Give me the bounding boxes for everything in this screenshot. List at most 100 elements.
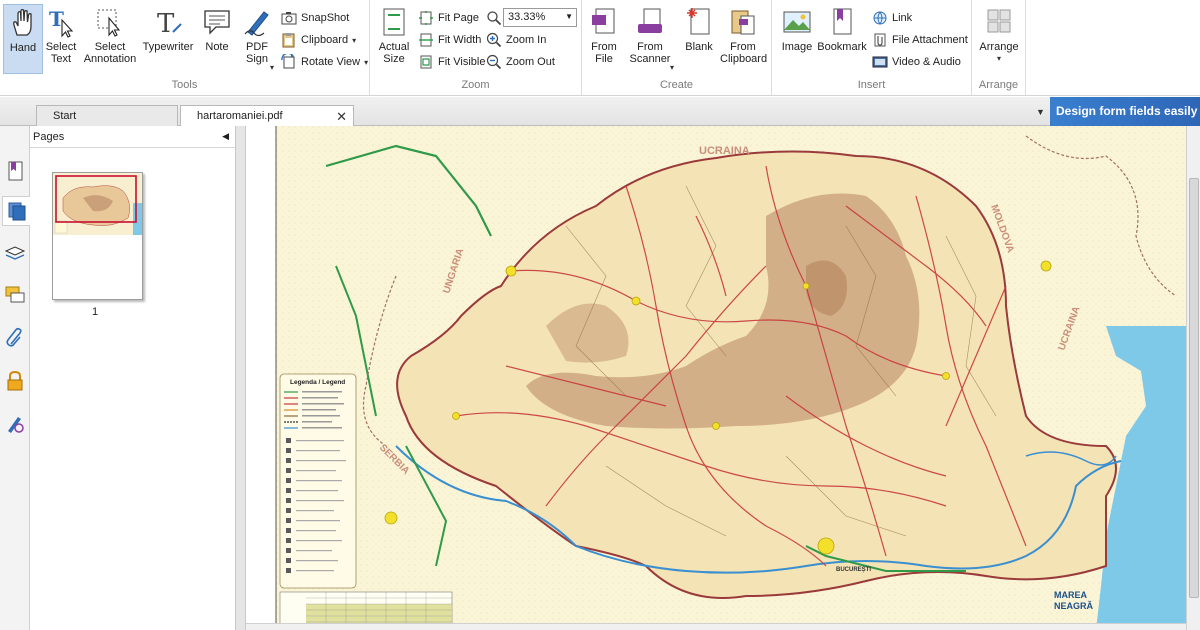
pdf-sign-dropdown-icon[interactable]: ▾ xyxy=(270,62,274,74)
typewriter-button[interactable]: T Typewriter xyxy=(142,4,194,74)
promo-banner[interactable]: Design form fields easily xyxy=(1050,97,1200,126)
clipboard-dropdown-icon[interactable]: ▾ xyxy=(352,36,356,45)
map-legend-title: Legenda / Legend xyxy=(290,379,345,386)
zoom-out-button[interactable]: Zoom Out xyxy=(486,53,555,71)
layers-icon xyxy=(4,246,26,260)
arrange-dropdown-icon[interactable]: ▾ xyxy=(997,53,1001,65)
snapshot-button[interactable]: SnapShot xyxy=(281,9,349,27)
image-icon xyxy=(783,11,811,33)
hand-label: Hand xyxy=(9,42,37,54)
zoom-in-icon xyxy=(486,32,502,48)
actual-size-label: Actual Size xyxy=(378,41,410,65)
file-attachment-button[interactable]: File Attachment xyxy=(872,31,968,49)
zoom-out-label: Zoom Out xyxy=(506,56,555,68)
rail-bookmarks[interactable] xyxy=(2,156,28,186)
arrange-button[interactable]: Arrange ▾ xyxy=(976,4,1022,74)
from-scanner-button[interactable]: From Scanner ▾ xyxy=(626,4,674,74)
select-text-button[interactable]: T Select Text xyxy=(44,4,78,74)
fit-width-button[interactable]: Fit Width xyxy=(418,31,481,49)
paperclip-icon xyxy=(874,33,886,47)
from-file-button[interactable]: From File xyxy=(588,4,620,74)
typewriter-icon: T xyxy=(157,9,182,38)
select-annotation-button[interactable]: Select Annotation xyxy=(82,4,138,74)
link-button[interactable]: Link xyxy=(872,9,912,27)
comments-icon xyxy=(5,286,25,303)
panel-splitter[interactable] xyxy=(236,126,246,630)
page-thumbnail[interactable] xyxy=(52,172,143,300)
fit-visible-label: Fit Visible xyxy=(438,56,486,68)
note-button[interactable]: Note xyxy=(200,4,234,74)
arrange-group: Arrange ▾ Arrange xyxy=(972,0,1026,96)
zoom-in-button[interactable]: Zoom In xyxy=(486,31,546,49)
link-icon xyxy=(873,11,887,25)
fit-visible-button[interactable]: Fit Visible xyxy=(418,53,485,71)
collapse-panel-icon[interactable]: ◀ xyxy=(222,131,229,142)
close-icon[interactable]: ✕ xyxy=(336,109,347,125)
image-button[interactable]: Image xyxy=(780,4,814,74)
rotate-view-dropdown-icon[interactable]: ▾ xyxy=(364,58,368,67)
rail-security[interactable] xyxy=(2,366,28,396)
map-page: UCRAINA MOLDOVA UNGARIA SERBIA UCRAINA M… xyxy=(246,126,1186,630)
lock-icon xyxy=(7,370,23,391)
from-file-icon xyxy=(592,8,615,34)
rotate-view-icon xyxy=(281,54,295,69)
tab-hartaromaniei[interactable]: hartaromaniei.pdf ✕ xyxy=(180,105,354,127)
create-group: From File From Scanner ▾ Blank From Clip… xyxy=(582,0,772,96)
zoom-magnifier-icon xyxy=(487,11,502,26)
rail-layers[interactable] xyxy=(2,238,28,268)
pdf-sign-button[interactable]: PDF Sign ▾ xyxy=(238,4,276,74)
clipboard-button[interactable]: Clipboard ▾ xyxy=(281,31,356,49)
rotate-view-button[interactable]: Rotate View ▾ xyxy=(281,53,368,71)
scanner-icon xyxy=(638,8,662,33)
tab-list-dropdown-icon[interactable]: ▼ xyxy=(1036,107,1045,117)
pdf-sign-label: PDF Sign xyxy=(245,41,269,65)
rail-pages[interactable] xyxy=(2,196,31,226)
link-label: Link xyxy=(892,12,913,24)
zoom-in-label: Zoom In xyxy=(506,34,547,46)
page-number-label: 1 xyxy=(92,306,99,318)
video-audio-button[interactable]: Video & Audio xyxy=(872,53,961,71)
ribbon: Hand T Select Text Select Annotation T T… xyxy=(0,0,1200,96)
arrange-label: Arrange xyxy=(979,41,1019,53)
zoom-group-label: Zoom xyxy=(461,79,490,91)
vertical-scrollbar-thumb[interactable] xyxy=(1189,178,1199,598)
from-clipboard-button[interactable]: From Clipboard xyxy=(720,4,767,74)
zoom-out-icon xyxy=(486,54,502,70)
bookmark-button[interactable]: Bookmark xyxy=(817,4,867,74)
arrange-group-label: Arrange xyxy=(978,79,1019,91)
actual-size-button[interactable]: Actual Size xyxy=(376,4,412,74)
horizontal-scrollbar[interactable] xyxy=(246,623,1186,630)
tab-start[interactable]: Start xyxy=(36,105,178,126)
rail-comments[interactable] xyxy=(2,280,28,310)
camera-icon xyxy=(281,12,297,25)
fit-page-label: Fit Page xyxy=(438,12,479,24)
hand-button[interactable]: Hand xyxy=(3,4,43,74)
video-audio-label: Video & Audio xyxy=(892,56,961,68)
actual-size-icon xyxy=(383,8,405,36)
fit-page-button[interactable]: Fit Page xyxy=(418,9,479,27)
fit-visible-icon xyxy=(420,55,432,69)
image-label: Image xyxy=(781,41,813,53)
rail-attachments[interactable] xyxy=(2,322,28,352)
hand-icon xyxy=(13,9,32,36)
rotate-view-label: Rotate View xyxy=(301,56,361,68)
chevron-down-icon[interactable]: ▼ xyxy=(565,12,573,21)
pages-panel-title: Pages xyxy=(33,131,65,143)
document-view[interactable]: UCRAINA MOLDOVA UNGARIA SERBIA UCRAINA M… xyxy=(246,126,1200,630)
blank-button[interactable]: Blank xyxy=(682,4,716,74)
map-label-sea-2: NEAGRĂ xyxy=(1054,601,1094,611)
select-text-icon: T xyxy=(49,7,74,38)
zoom-level-select[interactable]: 33.33% ▼ xyxy=(503,8,577,27)
file-attachment-label: File Attachment xyxy=(892,34,968,46)
fit-width-icon xyxy=(419,33,433,47)
rail-signatures[interactable] xyxy=(2,408,28,438)
select-annotation-label: Select Annotation xyxy=(83,41,137,65)
tab-start-label: Start xyxy=(53,110,77,122)
from-scanner-dropdown-icon[interactable]: ▾ xyxy=(670,62,674,74)
map-label-capital: BUCUREȘTI xyxy=(836,567,871,573)
fit-width-label: Fit Width xyxy=(438,34,482,46)
insert-group-label: Insert xyxy=(857,79,886,91)
vertical-scrollbar[interactable] xyxy=(1186,126,1200,630)
zoom-level-value: 33.33% xyxy=(508,11,546,23)
pages-panel-icon xyxy=(8,202,26,221)
